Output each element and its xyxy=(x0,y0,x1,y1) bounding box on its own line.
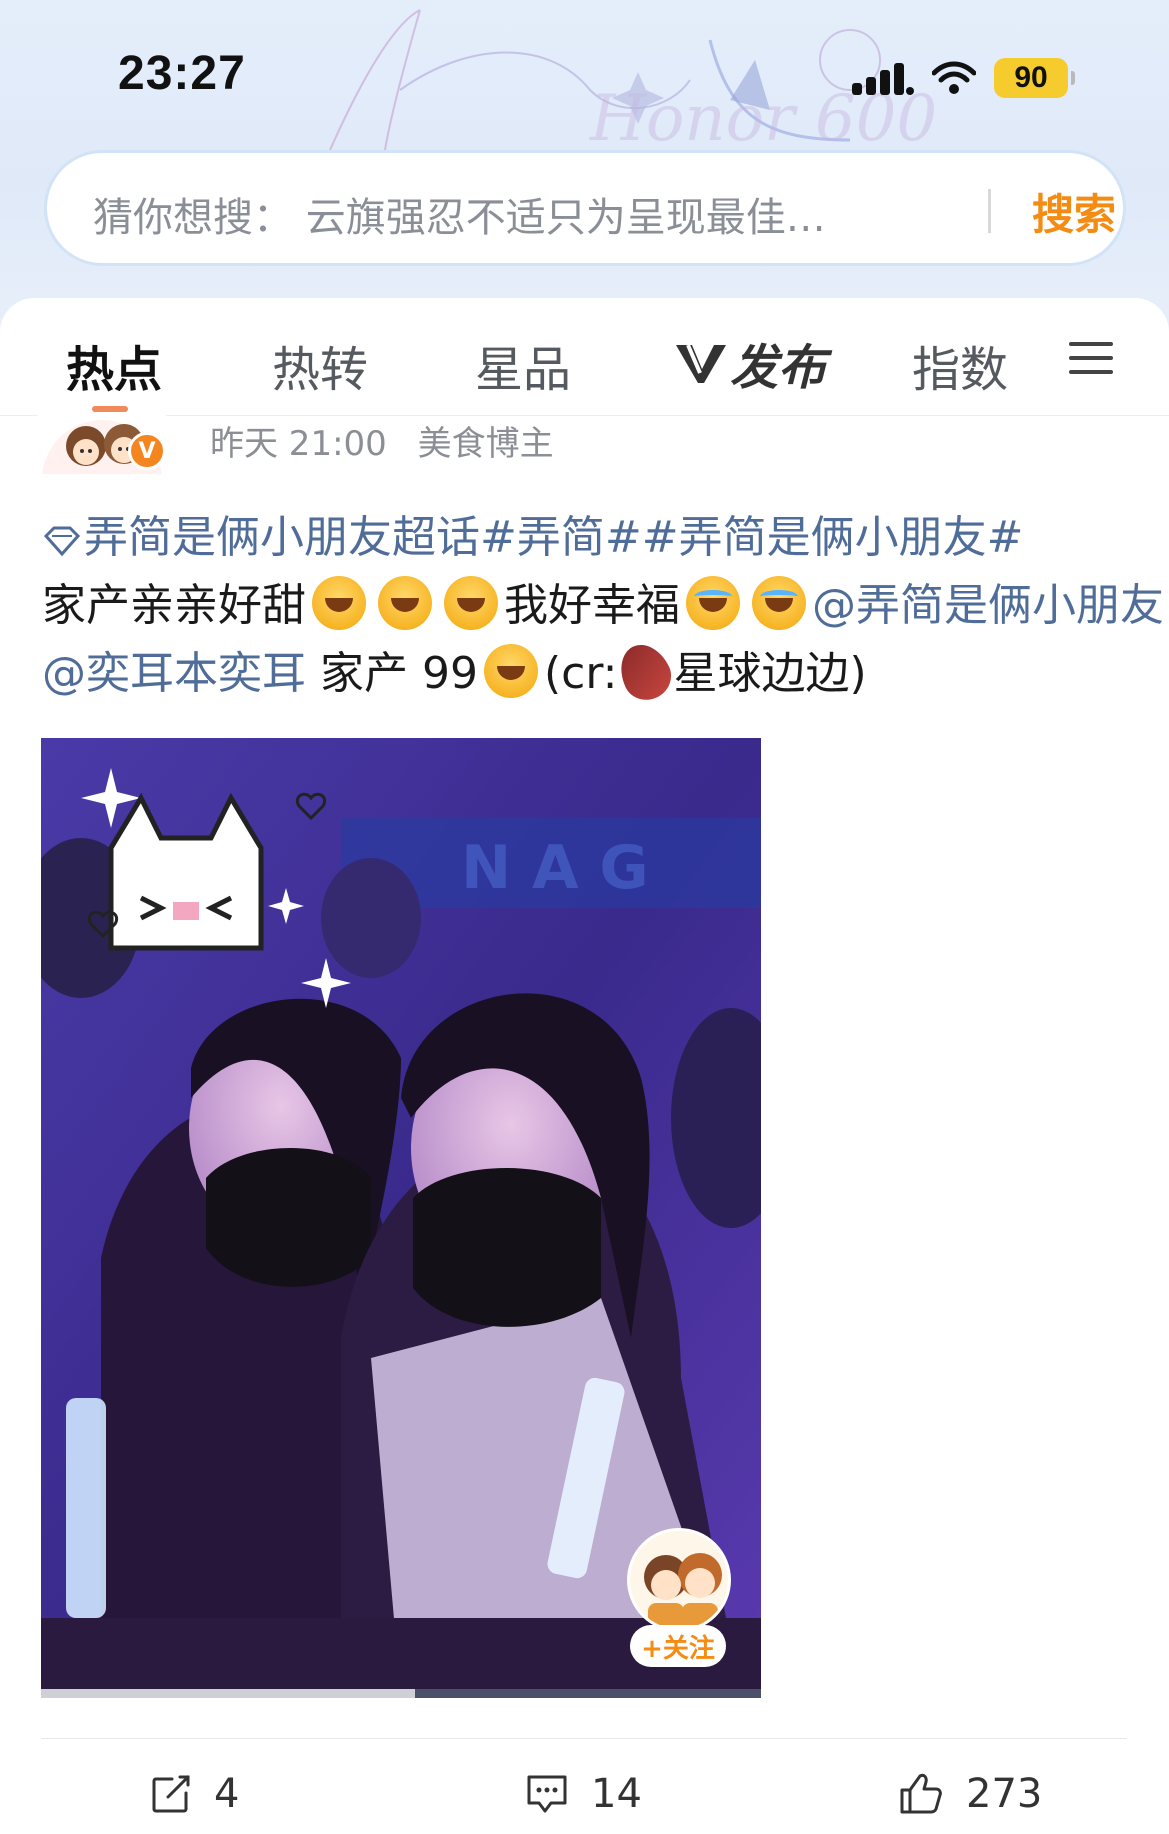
thumbs-up-icon xyxy=(900,1773,942,1814)
like-count: 273 xyxy=(966,1771,1043,1817)
search-input[interactable]: 猜你想搜： 云旗强忍不适只为呈现最佳… xyxy=(93,185,943,243)
video-progress-fill xyxy=(41,1689,416,1698)
creator-avatar[interactable] xyxy=(627,1528,731,1632)
happy-emoji-icon xyxy=(378,576,432,630)
action-divider xyxy=(41,1738,1127,1739)
comment-icon xyxy=(527,1775,567,1813)
header-banner: Honor 600 23:27 90 猜你想搜： 云旗强忍不适只为呈现最佳… 搜… xyxy=(0,0,1169,330)
tab-index[interactable]: 指数 xyxy=(912,330,1008,400)
post-text: 弄简是俩小朋友超话#弄简##弄简是俩小朋友# 家产亲亲好甜 我好幸福 @弄简是俩小朋… xyxy=(42,504,1164,708)
post-text-segment: 家产亲亲好甜 xyxy=(42,580,306,631)
v-logo-icon xyxy=(676,344,726,383)
search-button[interactable]: 搜索 xyxy=(1032,181,1116,242)
hashtag-link[interactable]: #弄简# xyxy=(480,512,642,563)
post-text-segment: 我好幸福 xyxy=(504,580,680,631)
comment-count: 14 xyxy=(591,1771,642,1817)
share-button[interactable]: 4 xyxy=(150,1766,239,1822)
search-divider xyxy=(988,189,991,233)
video-progress[interactable] xyxy=(41,1689,761,1698)
post-text-segment: 家产 99 xyxy=(320,648,478,699)
post-line-3: @奕耳本奕耳 家产 99 (cr: 星球边边) xyxy=(42,636,1132,708)
sweet-potato-icon xyxy=(611,636,680,708)
status-time: 23:27 xyxy=(118,47,246,100)
post-line-1: 弄简是俩小朋友超话#弄简##弄简是俩小朋友# xyxy=(42,504,1132,572)
battery-icon: 90 xyxy=(994,58,1075,98)
tab-repost[interactable]: 热转 xyxy=(272,330,368,400)
search-box[interactable]: 猜你想搜： 云旗强忍不适只为呈现最佳… 搜索 xyxy=(44,150,1126,266)
comment-button[interactable]: 14 xyxy=(525,1766,642,1822)
post-time: 昨天 21:00 xyxy=(210,424,387,464)
tab-publish-label: 发布 xyxy=(730,340,827,396)
wifi-icon xyxy=(932,61,976,94)
love-emoji-icon xyxy=(483,644,538,698)
post-text-segment: 星球边边) xyxy=(673,648,867,699)
signal-icon xyxy=(852,63,914,95)
menu-icon[interactable] xyxy=(1069,340,1113,376)
svg-text:N A G: N A G xyxy=(461,833,649,903)
status-icons: 90 xyxy=(852,56,1075,100)
touched-crying-emoji-icon xyxy=(686,576,740,630)
share-count: 4 xyxy=(214,1771,240,1817)
touched-crying-emoji-icon xyxy=(752,576,806,630)
mention-link[interactable]: @弄简是俩小朋友 xyxy=(812,580,1164,631)
topic-link[interactable]: 弄简是俩小朋友超话 xyxy=(84,512,480,563)
post-text-segment: (cr: xyxy=(543,648,618,699)
follow-button[interactable]: +关注 xyxy=(630,1625,726,1667)
post-meta: 昨天 21:00 美食博主 xyxy=(210,416,554,465)
author-tag: 美食博主 xyxy=(417,424,554,464)
post-line-2: 家产亲亲好甜 我好幸福 @弄简是俩小朋友 xyxy=(42,572,1164,640)
tab-star-products[interactable]: 星品 xyxy=(475,330,571,400)
verified-badge: V xyxy=(128,432,166,470)
hashtag-link[interactable]: #弄简是俩小朋友# xyxy=(642,512,1024,563)
like-button[interactable]: 273 xyxy=(898,1766,1042,1822)
share-icon xyxy=(152,1775,190,1813)
supertopic-icon xyxy=(43,526,81,556)
channel-tabs: 热点 热转 星品 发布 指数 xyxy=(0,298,1169,416)
tab-publish[interactable]: 发布 xyxy=(674,328,826,398)
happy-emoji-icon xyxy=(312,576,366,630)
tab-hot[interactable]: 热点 xyxy=(66,330,162,400)
mention-link[interactable]: @奕耳本奕耳 xyxy=(42,648,306,699)
happy-emoji-icon xyxy=(444,576,498,630)
